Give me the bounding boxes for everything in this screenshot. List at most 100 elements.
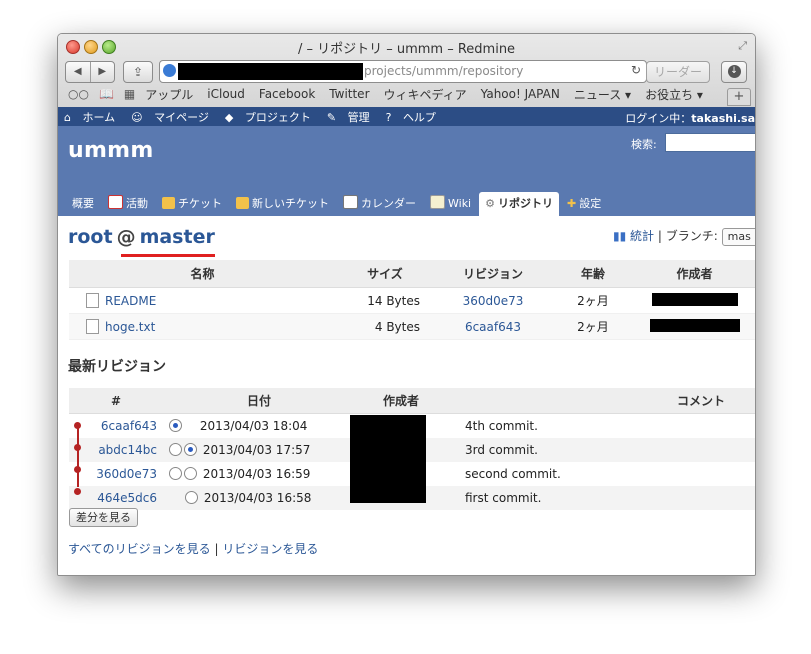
project-title: ummm: [68, 138, 154, 163]
top-menu-mypage[interactable]: ☺ マイページ: [131, 109, 217, 125]
top-sites-icon[interactable]: ▦: [124, 87, 135, 101]
diff-to-radio[interactable]: [184, 443, 197, 456]
bookmark-item[interactable]: ウィキペディア: [384, 86, 467, 103]
revision-link[interactable]: 6caaf643: [465, 320, 521, 334]
col-author: 作成者: [634, 260, 755, 288]
file-link[interactable]: hoge.txt: [105, 320, 155, 334]
tab-issues[interactable]: チケット: [156, 192, 228, 216]
user-link[interactable]: takashi.sa: [691, 112, 755, 125]
redacted-url-host: [178, 63, 363, 80]
bookmark-item[interactable]: アップル: [145, 86, 193, 103]
diff-from-radio[interactable]: [169, 467, 182, 480]
col-revision: リビジョン: [434, 260, 552, 288]
back-button[interactable]: ◀: [66, 62, 91, 82]
bookmarks-icon[interactable]: 📖: [99, 87, 114, 101]
col-rev: #: [69, 388, 163, 414]
revision-graph-dot: [74, 466, 81, 473]
tab-repository[interactable]: ⚙ リポジトリ: [479, 192, 559, 216]
window-title: / – リポジトリ – ummm – Redmine: [297, 42, 516, 57]
tab-activity[interactable]: 活動: [102, 192, 154, 216]
view-revisions-link[interactable]: リビジョンを見る: [222, 542, 318, 556]
breadcrumb-at: @: [116, 226, 136, 248]
ticket-icon: [162, 197, 175, 209]
revision-link[interactable]: 6caaf643: [101, 419, 157, 433]
bookmark-item[interactable]: Twitter: [329, 87, 369, 101]
diff-from-radio[interactable]: [169, 419, 182, 432]
revision-graph-line: [77, 423, 79, 487]
col-comment: コメント: [447, 388, 755, 414]
tab-settings[interactable]: ✚ 設定: [561, 192, 607, 216]
branch-select[interactable]: mas: [721, 227, 755, 246]
reading-list-icon[interactable]: ○○: [68, 87, 89, 101]
bookmark-item[interactable]: iCloud: [207, 87, 245, 101]
revision-link[interactable]: abdc14bc: [98, 443, 157, 457]
col-size: サイズ: [336, 260, 434, 288]
projects-icon: ◆: [224, 110, 234, 124]
download-icon: ↓: [727, 65, 741, 78]
file-link[interactable]: README: [105, 294, 156, 308]
project-header: ummm 検索: 概要 活動 チケット 新しいチケット カレンダー Wiki ⚙…: [58, 126, 755, 216]
breadcrumb-root-link[interactable]: root: [68, 226, 113, 248]
new-tab-button[interactable]: +: [727, 88, 751, 106]
home-icon: ⌂: [64, 110, 71, 124]
redacted-revision-authors: [350, 415, 426, 503]
settings-icon: ✚: [567, 197, 577, 210]
fullscreen-icon[interactable]: ⤢: [738, 39, 747, 53]
top-menu: ⌂ ホーム ☺ マイページ ◆ プロジェクト ✎ 管理 ? ヘルプ ログイン中：…: [58, 107, 755, 126]
wiki-icon: [430, 195, 445, 209]
logged-in-status: ログイン中：takashi.sa: [625, 112, 755, 125]
red-underline-annotation: [121, 254, 215, 257]
table-row: README 14 Bytes 360d0e73 2ヶ月: [69, 287, 755, 314]
bookmark-item[interactable]: お役立ち ▾: [645, 86, 703, 103]
bookmarks-bar: ○○ 📖 ▦ アップル iCloud Facebook Twitter ウィキペ…: [68, 85, 717, 103]
revision-graph-dot: [74, 488, 81, 495]
tab-calendar[interactable]: カレンダー: [337, 192, 422, 216]
calendar-icon: [343, 195, 358, 209]
top-menu-admin[interactable]: ✎ 管理: [327, 109, 378, 125]
tab-overview[interactable]: 概要: [66, 192, 100, 216]
repository-stats-bar: ▮▮ 統計 | ブランチ: mas: [613, 227, 755, 246]
bookmark-item[interactable]: Yahoo! JAPAN: [481, 87, 560, 101]
col-date: 日付: [163, 388, 355, 414]
revision-link[interactable]: 360d0e73: [463, 294, 524, 308]
activity-icon: [108, 195, 123, 209]
url-text: projects/ummm/repository: [364, 64, 524, 78]
breadcrumb-branch: master: [139, 226, 215, 248]
forward-button[interactable]: ▶: [91, 62, 115, 82]
wrench-icon: ✎: [326, 110, 337, 124]
reload-icon[interactable]: ↻: [631, 63, 641, 77]
breadcrumb: root @ master: [68, 226, 215, 248]
top-menu-projects[interactable]: ◆ プロジェクト: [225, 109, 319, 125]
revision-graph-dot: [74, 444, 81, 451]
address-bar[interactable]: projects/ummm/repository ↻: [159, 60, 647, 83]
bookmark-item[interactable]: Facebook: [259, 87, 315, 101]
view-diff-button[interactable]: 差分を見る: [69, 508, 138, 527]
search-input[interactable]: [665, 133, 755, 152]
stats-icon: ▮▮: [613, 229, 627, 243]
redacted-author: [651, 292, 738, 306]
new-ticket-icon: [236, 197, 249, 209]
diff-from-radio[interactable]: [169, 443, 182, 456]
revision-graph-dot: [74, 422, 81, 429]
col-name: 名称: [69, 260, 336, 288]
redacted-author: [649, 318, 740, 332]
browser-window: / – リポジトリ – ummm – Redmine ⤢ ◀ ▶ ⇪ proje…: [57, 33, 756, 576]
bookmark-item[interactable]: ニュース ▾: [574, 86, 631, 103]
revision-footer-links: すべてのリビジョンを見る | リビジョンを見る: [68, 542, 319, 556]
diff-to-radio[interactable]: [185, 491, 198, 504]
main-content: root @ master ▮▮ 統計 | ブランチ: mas 名称 サイズ リビジ…: [58, 216, 755, 575]
revision-link[interactable]: 360d0e73: [96, 467, 157, 481]
diff-to-radio[interactable]: [184, 467, 197, 480]
tab-new-issue[interactable]: 新しいチケット: [230, 192, 335, 216]
revision-link[interactable]: 464e5dc6: [97, 491, 157, 505]
search-label: 検索:: [631, 138, 657, 151]
stats-link[interactable]: 統計: [630, 229, 654, 243]
repository-icon: ⚙: [485, 197, 495, 210]
top-menu-help[interactable]: ? ヘルプ: [386, 109, 444, 125]
downloads-button[interactable]: ↓: [721, 61, 747, 83]
tab-wiki[interactable]: Wiki: [424, 192, 477, 216]
reader-button[interactable]: リーダー: [646, 61, 710, 83]
all-revisions-link[interactable]: すべてのリビジョンを見る: [68, 542, 211, 556]
top-menu-home[interactable]: ⌂ ホーム: [64, 109, 123, 125]
share-button[interactable]: ⇪: [123, 61, 153, 83]
